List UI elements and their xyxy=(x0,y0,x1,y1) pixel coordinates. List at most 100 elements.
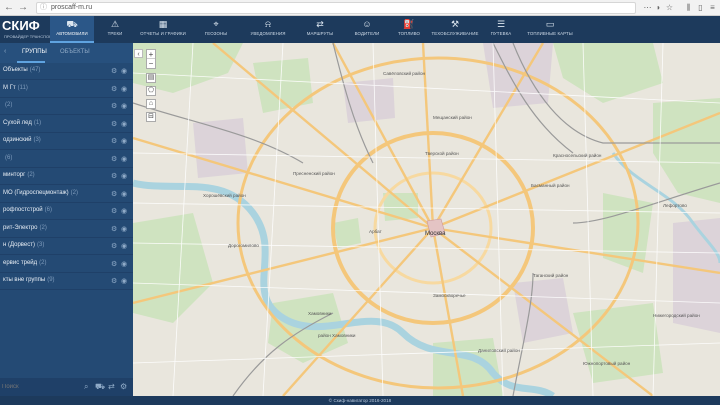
gear-icon[interactable]: ⚙ xyxy=(111,172,117,180)
car-filter-icon[interactable]: ⛟ xyxy=(95,382,105,392)
eye-icon[interactable]: ◉ xyxy=(121,155,127,163)
group-row[interactable]: М Гт (11) ⚙ ◉ xyxy=(0,81,133,98)
nav-item-3[interactable]: ⌖ ГЕОЗОНЫ xyxy=(191,16,241,43)
eye-icon[interactable]: ◉ xyxy=(121,207,127,215)
search-icon[interactable]: ⌕ xyxy=(84,382,88,392)
group-name: ервис трейд (2) xyxy=(3,260,47,266)
group-row[interactable]: Объекты (47) ⚙ ◉ xyxy=(0,63,133,80)
nav-item-1[interactable]: ⚠ ТРЕКИ xyxy=(95,16,135,43)
search-input[interactable] xyxy=(2,382,80,392)
forward-button[interactable]: → xyxy=(18,2,28,14)
nav-item-7[interactable]: ⛽ ТОПЛИВО xyxy=(389,16,429,43)
sidebar: ‹ ГРУППЫ ОБЪЕКТЫ Объекты (47) ⚙ ◉ М Гт (11) ⚙ ◉… xyxy=(0,43,133,396)
chevron-left-icon[interactable]: ‹ xyxy=(4,48,6,55)
nav-item-10[interactable]: ▭ ТОПЛИВНЫЕ КАРТЫ xyxy=(521,16,579,43)
zoom-in-button[interactable]: + xyxy=(147,50,155,59)
gear-icon[interactable]: ⚙ xyxy=(111,120,117,128)
eye-icon[interactable]: ◉ xyxy=(121,67,127,75)
eye-icon[interactable]: ◉ xyxy=(121,102,127,110)
eye-icon[interactable]: ◉ xyxy=(121,225,127,233)
ruler-icon[interactable]: ⊟ xyxy=(146,112,156,122)
sidebar-icon[interactable]: ▯ xyxy=(696,3,705,12)
nav-item-label: УВЕДОМЛЕНИЯ xyxy=(250,31,286,36)
map-label: район Хамовники xyxy=(318,333,356,338)
zoom-control: + − xyxy=(146,49,156,69)
nav-item-6[interactable]: ☺ ВОДИТЕЛИ xyxy=(345,16,389,43)
nav-item-4[interactable]: ⍾ УВЕДОМЛЕНИЯ xyxy=(241,16,295,43)
layers-icon[interactable]: ▤ xyxy=(146,73,156,83)
group-row[interactable]: н (Дорвест) (3) ⚙ ◉ xyxy=(0,238,133,255)
group-name: М Гт (11) xyxy=(3,85,28,91)
sidebar-tabs: ‹ ГРУППЫ ОБЪЕКТЫ xyxy=(0,43,133,63)
gear-icon[interactable]: ⚙ xyxy=(111,207,117,215)
gear-icon[interactable]: ⚙ xyxy=(111,277,117,285)
group-row[interactable]: (6) ⚙ ◉ xyxy=(0,151,133,168)
collapse-sidebar-button[interactable]: ‹ xyxy=(134,49,143,58)
eye-icon[interactable]: ◉ xyxy=(121,120,127,128)
polygon-icon[interactable]: ⬠ xyxy=(146,86,156,96)
group-row[interactable]: Сухой лед (1) ⚙ ◉ xyxy=(0,116,133,133)
group-count: (47) xyxy=(29,67,41,73)
map-canvas[interactable] xyxy=(133,43,720,396)
pocket-icon[interactable]: ◗ xyxy=(654,3,663,12)
map-label: Хамовники xyxy=(308,311,332,316)
map-label: Басманный район xyxy=(531,183,570,188)
warning-icon: ⚠ xyxy=(110,19,120,29)
map-label: Даниловский район xyxy=(478,348,520,353)
group-row[interactable]: (2) ⚙ ◉ xyxy=(0,98,133,115)
nav-item-8[interactable]: ⚒ ТЕХОБСЛУЖИВАНИЕ xyxy=(429,16,481,43)
route-filter-icon[interactable]: ⇄ xyxy=(108,382,115,391)
group-name: н (Дорвест) (3) xyxy=(3,242,44,248)
group-count: (6) xyxy=(44,207,52,213)
eye-icon[interactable]: ◉ xyxy=(121,277,127,285)
group-row[interactable]: одзинский (3) ⚙ ◉ xyxy=(0,133,133,150)
gear-icon[interactable]: ⚙ xyxy=(111,102,117,110)
eye-icon[interactable]: ◉ xyxy=(121,242,127,250)
group-row[interactable]: ервис трейд (2) ⚙ ◉ xyxy=(0,256,133,273)
gear-icon[interactable]: ⚙ xyxy=(111,67,117,75)
gear-icon[interactable]: ⚙ xyxy=(111,190,117,198)
eye-icon[interactable]: ◉ xyxy=(121,260,127,268)
eye-icon[interactable]: ◉ xyxy=(121,172,127,180)
address-bar[interactable]: ⓘ proscaff-m.ru xyxy=(36,2,636,14)
eye-icon[interactable]: ◉ xyxy=(121,85,127,93)
bookmark-star-icon[interactable]: ☆ xyxy=(665,3,674,12)
group-row[interactable]: кты вне группы (9) ⚙ ◉ xyxy=(0,273,133,290)
settings-icon[interactable]: ⚙ xyxy=(120,382,127,391)
gear-icon[interactable]: ⚙ xyxy=(111,242,117,250)
nav-item-2[interactable]: ▦ ОТЧЕТЫ И ГРАФИКИ xyxy=(135,16,191,43)
eye-icon[interactable]: ◉ xyxy=(121,137,127,145)
nav-item-0[interactable]: ⛟ АВТОМОБИЛИ xyxy=(50,16,94,43)
sidebar-footer: ⌕ ⛟ ⇄ ⚙ xyxy=(0,378,133,396)
gear-icon[interactable]: ⚙ xyxy=(111,155,117,163)
more-icon[interactable]: ⋯ xyxy=(643,3,652,12)
logo-subtitle: ПРОВАЙДЕР ТРАНСПОРТА xyxy=(4,34,57,39)
group-count: (3) xyxy=(37,242,45,248)
route-icon: ⇄ xyxy=(316,19,324,29)
group-label: ервис трейд xyxy=(3,259,38,266)
tab-objects[interactable]: ОБЪЕКТЫ xyxy=(60,49,90,55)
menu-icon[interactable]: ≡ xyxy=(708,3,717,12)
gear-icon[interactable]: ⚙ xyxy=(111,260,117,268)
calendar-icon: ▦ xyxy=(158,19,168,29)
group-label: М Гт xyxy=(3,84,16,91)
nav-item-9[interactable]: ☰ ПУТЕВКА xyxy=(481,16,521,43)
zoom-out-button[interactable]: − xyxy=(147,59,155,68)
group-label: рит-Электро xyxy=(3,224,38,231)
home-icon[interactable]: ⌂ xyxy=(146,99,156,109)
logo-text: СКИФ xyxy=(2,18,40,33)
gear-icon[interactable]: ⚙ xyxy=(111,137,117,145)
back-button[interactable]: ← xyxy=(4,2,14,14)
gear-icon[interactable]: ⚙ xyxy=(111,225,117,233)
library-icon[interactable]: ⫼ xyxy=(684,3,693,12)
group-row[interactable]: рофпостстрой (6) ⚙ ◉ xyxy=(0,203,133,220)
logo[interactable]: СКИФ ПРОВАЙДЕР ТРАНСПОРТА xyxy=(0,16,57,43)
group-row[interactable]: минторг (2) ⚙ ◉ xyxy=(0,168,133,185)
tab-groups[interactable]: ГРУППЫ xyxy=(22,49,47,55)
group-row[interactable]: МО (Гидроспецмонтаж) (2) ⚙ ◉ xyxy=(0,186,133,203)
nav-item-5[interactable]: ⇄ МАРШРУТЫ xyxy=(295,16,345,43)
map[interactable]: Москва Тверской район Арбат Пресненский рай… xyxy=(133,43,720,396)
group-row[interactable]: рит-Электро (2) ⚙ ◉ xyxy=(0,221,133,238)
eye-icon[interactable]: ◉ xyxy=(121,190,127,198)
gear-icon[interactable]: ⚙ xyxy=(111,85,117,93)
